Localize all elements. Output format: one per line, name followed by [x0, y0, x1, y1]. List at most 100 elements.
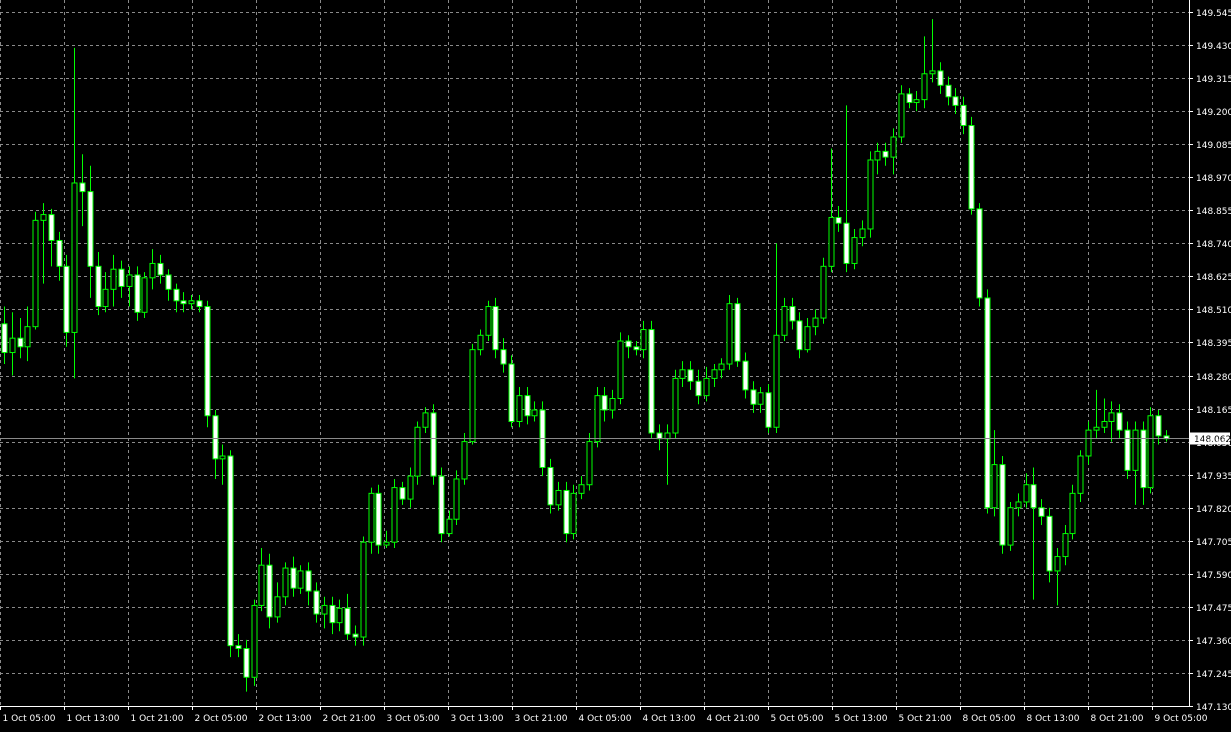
candle [48, 208, 55, 267]
candle-body-bear [765, 392, 772, 428]
time-tick-label: 1 Oct 13:00 [67, 714, 120, 724]
candle-body-bull [422, 412, 429, 428]
time-tick-label: 4 Oct 21:00 [707, 714, 760, 724]
candle [913, 91, 920, 112]
price-tick-label: 147.475 [1196, 604, 1231, 614]
candle [648, 320, 655, 439]
candle-body-bear [843, 222, 850, 264]
candle-body-bear [625, 340, 632, 348]
candle-body-bull [1093, 426, 1100, 431]
candle [173, 283, 180, 313]
candle-body-bull [9, 337, 16, 354]
candle [1007, 501, 1014, 551]
candle [547, 458, 554, 514]
candle-body-bull [391, 487, 398, 543]
candle-body-bull [781, 306, 788, 336]
candle-body-bear [329, 604, 336, 624]
candle [859, 220, 866, 247]
candle [313, 582, 320, 623]
candle [711, 364, 718, 388]
candle-body-bull [149, 262, 156, 279]
candle-body-bear [227, 455, 234, 647]
candle-body-bear [430, 412, 437, 477]
candle [134, 266, 141, 321]
time-tick-label: 8 Oct 13:00 [1027, 714, 1080, 724]
candle-body-bull [477, 334, 484, 351]
candle-body-bull [555, 489, 562, 506]
candle [890, 128, 897, 175]
candle-body-bear [750, 389, 757, 405]
candle-body-bull [336, 607, 343, 624]
candle [149, 249, 156, 290]
time-axis[interactable]: 1 Oct 05:00 1 Oct 13:00 1 Oct 21:00 2 Oct 0… [0, 706, 1208, 724]
time-tick-label: 8 Oct 21:00 [1091, 714, 1144, 724]
candle [789, 297, 796, 330]
time-tick-label: 5 Oct 21:00 [899, 714, 952, 724]
candle [508, 355, 515, 428]
candle [687, 361, 694, 390]
candle [251, 599, 258, 686]
candle [1, 306, 8, 365]
candle-body-bear [999, 464, 1006, 546]
candle-body-bull [594, 395, 601, 443]
candle [695, 369, 702, 405]
candle [219, 444, 226, 485]
candle [773, 243, 780, 433]
candle [804, 318, 811, 353]
candle-body-bear [601, 395, 608, 411]
candle [1163, 430, 1170, 442]
candle-body-bear [508, 363, 515, 423]
candle [266, 553, 273, 629]
candle [399, 481, 406, 505]
candle-body-bull [1007, 507, 1014, 546]
bid-line: 148.062 [0, 432, 1231, 445]
candle-body-bear [266, 564, 273, 618]
candle-body-bull [703, 377, 710, 397]
candle-body-bear [313, 590, 320, 615]
candle [1046, 507, 1053, 583]
candle-body-bear [734, 303, 741, 362]
candle [422, 407, 429, 433]
price-tick-label: 148.970 [1196, 174, 1231, 184]
candle [563, 481, 570, 543]
price-chart[interactable]: 148.062 149.545 149.430 149.315 149.200 149.… [0, 0, 1231, 732]
time-tick-label: 5 Oct 13:00 [835, 714, 888, 724]
candlestick-chart[interactable]: 148.062 149.545149.430149.315149.200149.… [0, 0, 1231, 732]
candle [414, 421, 421, 485]
candle [1101, 398, 1108, 433]
candle-body-bear [95, 265, 102, 308]
candle-body-bull [804, 326, 811, 351]
candle-body-bull [368, 492, 375, 543]
candle-body-bull [570, 492, 577, 535]
candle [820, 257, 827, 324]
candle-body-bear [687, 369, 694, 382]
candle [555, 481, 562, 511]
candle [9, 312, 16, 376]
candle-body-bull [586, 441, 593, 486]
time-tick-label: 9 Oct 05:00 [1155, 714, 1208, 724]
candle [204, 300, 211, 428]
candle-body-bull [383, 541, 390, 546]
candle-body-bull [251, 604, 258, 678]
candle [32, 211, 39, 330]
candle [1108, 401, 1115, 442]
candle-body-bull [820, 265, 827, 319]
candle-body-bull [929, 70, 936, 75]
candle-body-bear [1116, 412, 1123, 431]
candle [157, 254, 164, 284]
candle [945, 76, 952, 106]
candle [79, 154, 86, 227]
candle [102, 272, 109, 313]
price-axis[interactable]: 149.545 149.430 149.315 149.200 149.085 148.9… [1189, 0, 1231, 713]
candle-body-bear [882, 150, 889, 158]
candle [383, 530, 390, 548]
candle [165, 269, 172, 301]
time-tick-label: 3 Oct 05:00 [387, 714, 440, 724]
candle [212, 410, 219, 479]
candle-body-bull [40, 214, 47, 221]
candle [867, 151, 874, 238]
candle-body-bull [102, 288, 109, 308]
candle [360, 536, 367, 646]
candle [781, 297, 788, 342]
candle-body-bear [290, 567, 297, 589]
